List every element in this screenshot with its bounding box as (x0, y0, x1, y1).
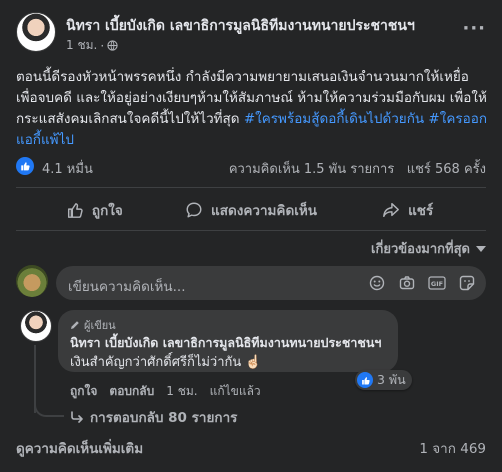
like-label: ถูกใจ (91, 203, 123, 219)
post-actions: ถูกใจ แสดงความคิดเห็น แชร์ (16, 194, 486, 226)
post-header: นิทรา เบี้ยบังเกิด เลขาธิการมูลนิธิทีมงา… (16, 12, 490, 56)
comment-author-avatar[interactable] (20, 310, 52, 342)
author-badge-label: ผู้เขียน (84, 319, 116, 332)
comment-button[interactable]: แสดงความคิดเห็น (173, 194, 330, 226)
comment-reaction-number: 3 พัน (377, 372, 406, 387)
author-name[interactable]: นิทรา เบี้ยบังเกิด เลขาธิการมูลนิธิทีมงา… (66, 15, 415, 37)
thread-connector (34, 395, 64, 417)
divider (16, 230, 486, 231)
comment-label: แสดงความคิดเห็น (211, 203, 317, 219)
comments-pager: 1 จาก 469 (419, 441, 486, 457)
divider (16, 187, 486, 188)
author-avatar[interactable] (16, 12, 56, 52)
chevron-down-icon (476, 245, 486, 252)
sticker-icon[interactable] (458, 274, 476, 292)
emoji-icon[interactable] (368, 274, 386, 292)
comment-text: เงินสำคัญกว่าศักดิ์ศรีก็ไม่ว่ากัน ☝🏻 (70, 355, 262, 370)
hashtag-link[interactable]: #ใครพร้อมสู้ดอกี้เดินไปด้วยกัน (244, 111, 424, 127)
share-count[interactable]: แชร์ 568 ครั้ง (407, 162, 486, 177)
comment-sort-dropdown[interactable]: เกี่ยวข้องมากที่สุด (371, 238, 486, 259)
globe-icon (107, 40, 118, 51)
comment-actions: ถูกใจ ตอบกลับ 1 ชม. แก้ไขแล้ว (70, 382, 261, 401)
comment-bubble: ผู้เขียน นิทรา เบี้ยบังเกิด เลขาธิการมูล… (58, 310, 398, 372)
comment-composer[interactable]: เขียนความคิดเห็น... GIF (56, 266, 486, 300)
reply-arrow-icon (71, 411, 83, 423)
current-user-avatar[interactable] (16, 265, 48, 297)
composer-tools: GIF (368, 274, 476, 292)
reactions-bar: 4.1 หมื่น ความคิดเห็น 1.5 พัน รายการ แชร… (16, 156, 486, 178)
comment-author-name[interactable]: นิทรา เบี้ยบังเกิด เลขาธิการมูลนิธิทีมงา… (70, 333, 381, 353)
comment-reply-button[interactable]: ตอบกลับ (109, 382, 154, 401)
post-stats: ความคิดเห็น 1.5 พัน รายการ แชร์ 568 ครั้… (229, 158, 486, 179)
pencil-icon (71, 321, 79, 329)
comment-icon (186, 202, 202, 218)
like-button[interactable]: ถูกใจ (16, 194, 173, 226)
gif-icon[interactable]: GIF (428, 274, 446, 292)
comment-input-placeholder[interactable]: เขียนความคิดเห็น... (68, 275, 186, 297)
sort-label: เกี่ยวข้องมากที่สุด (371, 242, 470, 257)
post-text: ตอนนี้ดีรองหัวหน้าพรรคหนึ่ง กำลังมีความพ… (16, 67, 490, 151)
view-more-comments-button[interactable]: ดูความคิดเห็นเพิ่มเติม (16, 437, 143, 459)
like-reaction-icon (357, 372, 373, 388)
post-card: นิทรา เบี้ยบังเกิด เลขาธิการมูลนิธิทีมงา… (0, 0, 502, 472)
share-icon (383, 202, 400, 218)
comment-like-button[interactable]: ถูกใจ (70, 382, 97, 401)
like-reaction-icon (16, 157, 34, 175)
post-time[interactable]: 1 ชม. (66, 36, 97, 55)
more-options-icon[interactable]: ··· (462, 18, 486, 39)
share-button[interactable]: แชร์ (329, 194, 486, 226)
thumbs-up-icon (67, 203, 83, 218)
comment-reaction-count[interactable]: 3 พัน (355, 370, 412, 390)
view-replies-button[interactable]: การตอบกลับ 80 รายการ (70, 406, 237, 428)
author-badge: ผู้เขียน (70, 316, 116, 334)
share-label: แชร์ (408, 203, 434, 219)
comment-edited: แก้ไขแล้ว (209, 384, 261, 398)
svg-text:GIF: GIF (431, 280, 443, 288)
comment-time[interactable]: 1 ชม. (166, 382, 197, 401)
camera-icon[interactable] (398, 274, 416, 292)
replies-label: การตอบกลับ 80 รายการ (90, 410, 238, 426)
post-meta: 1 ชม. · (66, 36, 118, 55)
reaction-count[interactable]: 4.1 หมื่น (42, 158, 93, 179)
comment-count[interactable]: ความคิดเห็น 1.5 พัน รายการ (229, 162, 394, 177)
